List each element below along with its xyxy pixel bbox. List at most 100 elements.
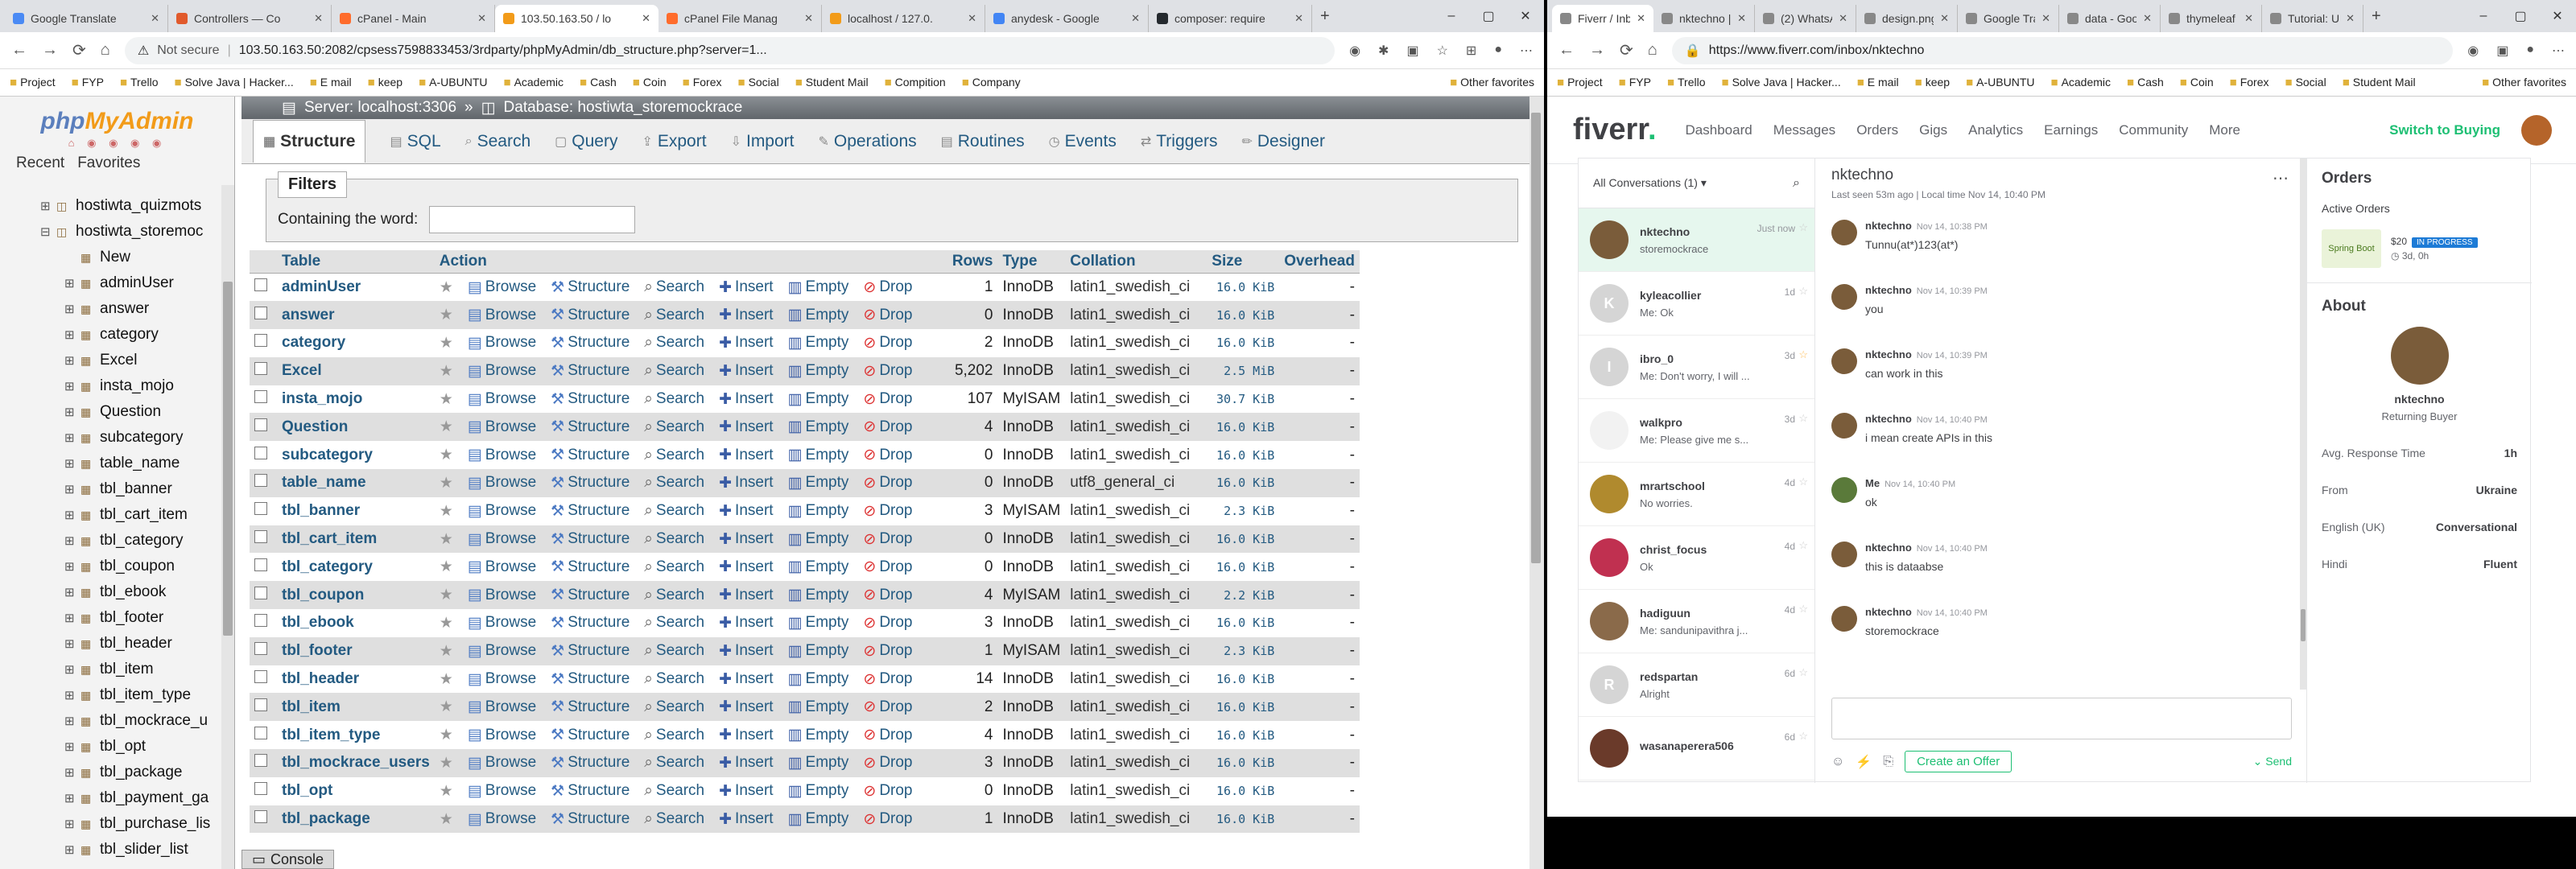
row-checkbox[interactable] — [254, 530, 267, 544]
nav-gigs[interactable]: Gigs — [1919, 122, 1947, 138]
action-drop[interactable]: ⊘ Drop — [863, 754, 912, 772]
row-checkbox[interactable] — [254, 446, 267, 459]
table-size[interactable]: 16.0 KiB — [1207, 749, 1280, 777]
action-empty[interactable]: ▥ Empty — [788, 670, 849, 689]
tab-operations[interactable]: ✎ Operations — [819, 132, 917, 151]
table-size[interactable]: 2.3 KiB — [1207, 496, 1280, 525]
action-browse[interactable]: ▤ Browse — [468, 446, 536, 464]
action-empty[interactable]: ▥ Empty — [788, 278, 849, 297]
action-empty[interactable]: ▥ Empty — [788, 558, 849, 576]
action-insert[interactable]: ✚ Insert — [719, 782, 773, 801]
home-icon[interactable]: ⌂ — [101, 41, 110, 60]
conversation-item[interactable]: wasanaperera506 6d ☆ — [1579, 717, 1814, 780]
minimize-icon[interactable]: – — [2465, 0, 2502, 32]
nav-analytics[interactable]: Analytics — [1968, 122, 2023, 138]
conversation-item[interactable]: hadiguun Me: sandunipavithra j... 4d ☆ — [1579, 590, 1814, 653]
bookmark-item[interactable]: ■ Company — [962, 76, 1021, 89]
bookmark-item[interactable]: ■ Compition — [885, 76, 946, 89]
tree-item[interactable]: ⊞ ▦ tbl_package — [0, 760, 234, 785]
expand-icon[interactable]: ⊟ — [40, 224, 56, 239]
action-search[interactable]: ⌕ Search — [644, 698, 704, 716]
search-icon[interactable]: ⌕ — [1793, 176, 1800, 191]
action-drop[interactable]: ⊘ Drop — [863, 670, 912, 689]
star-icon[interactable]: ☆ — [1798, 730, 1808, 743]
action-search[interactable]: ⌕ Search — [644, 614, 704, 632]
favorite-star-icon[interactable]: ★ — [440, 278, 453, 297]
action-structure[interactable]: ⚒ Structure — [551, 278, 630, 297]
bookmark-item[interactable]: ■ E mail — [1857, 76, 1899, 89]
browser-tab[interactable]: localhost / 127.0. ✕ — [822, 5, 985, 32]
table-size[interactable]: 30.7 KiB — [1207, 385, 1280, 414]
bookmark-item[interactable]: ■ Academic — [2051, 76, 2112, 89]
action-structure[interactable]: ⚒ Structure — [551, 502, 630, 521]
action-empty[interactable]: ▥ Empty — [788, 502, 849, 521]
action-browse[interactable]: ▤ Browse — [468, 614, 536, 632]
favorite-star-icon[interactable]: ★ — [440, 754, 453, 772]
bookmark-item[interactable]: ■ Solve Java | Hacker... — [175, 76, 294, 89]
action-insert[interactable]: ✚ Insert — [719, 306, 773, 324]
action-browse[interactable]: ▤ Browse — [468, 474, 536, 492]
table-name-link[interactable]: Excel — [277, 356, 435, 385]
table-name-link[interactable]: tbl_category — [277, 553, 435, 582]
action-search[interactable]: ⌕ Search — [644, 670, 704, 689]
reload-icon[interactable]: ⟳ — [72, 40, 86, 60]
bookmark-item[interactable]: ■ Trello — [1667, 76, 1706, 89]
extension-icon[interactable]: ▣ — [1406, 43, 1418, 59]
action-empty[interactable]: ▥ Empty — [788, 810, 849, 829]
browser-tab[interactable]: design.png ✕ — [1856, 5, 1958, 32]
conversation-item[interactable]: Iibro_0 Me: Don't worry, I will ... 3d ☆ — [1579, 336, 1814, 399]
row-checkbox[interactable] — [254, 334, 267, 348]
address-input[interactable]: ⚠ Not secure | 103.50.163.50:2082/cpsess… — [124, 36, 1335, 64]
table-size[interactable]: 2.5 MiB — [1207, 356, 1280, 385]
tree-item[interactable]: ⊞ ▦ tbl_item_type — [0, 682, 234, 708]
table-name-link[interactable]: subcategory — [277, 441, 435, 470]
main-scrollbar[interactable] — [1530, 97, 1544, 869]
action-insert[interactable]: ✚ Insert — [719, 362, 773, 381]
pma-quick-icons[interactable]: ⌂ ◉ ◉ ◉ ◉ — [0, 137, 234, 150]
row-checkbox[interactable] — [254, 726, 267, 739]
tree-item[interactable]: ⊞ ▦ tbl_slider_list — [0, 837, 234, 863]
action-browse[interactable]: ▤ Browse — [468, 782, 536, 801]
action-drop[interactable]: ⊘ Drop — [863, 614, 912, 632]
breadcrumb-server[interactable]: Server: localhost:3306 — [304, 99, 456, 117]
action-browse[interactable]: ▤ Browse — [468, 502, 536, 521]
expand-icon[interactable]: ⊞ — [64, 559, 80, 574]
favorite-star-icon[interactable]: ★ — [440, 810, 453, 829]
conversation-item[interactable]: christ_focus Ok 4d ☆ — [1579, 526, 1814, 590]
bookmark-item[interactable]: ■ Solve Java | Hacker... — [1722, 76, 1841, 89]
action-structure[interactable]: ⚒ Structure — [551, 362, 630, 381]
expand-icon[interactable]: ⊞ — [64, 276, 80, 290]
bookmark-item[interactable]: ■ FYP — [1619, 76, 1651, 89]
expand-icon[interactable]: ⊞ — [64, 327, 80, 342]
tab-query[interactable]: ▢ Query — [555, 132, 617, 151]
extension-icon[interactable]: ▣ — [2496, 43, 2508, 59]
table-name-link[interactable]: insta_mojo — [277, 385, 435, 414]
extension-icon[interactable]: ⊞ — [1466, 43, 1476, 59]
tab-close-icon[interactable]: ✕ — [2346, 12, 2355, 25]
expand-icon[interactable]: ⊞ — [64, 302, 80, 316]
tab-close-icon[interactable]: ✕ — [1131, 12, 1140, 25]
tab-triggers[interactable]: ⇄ Triggers — [1141, 132, 1218, 151]
bookmark-item[interactable]: ■ Trello — [120, 76, 159, 89]
action-search[interactable]: ⌕ Search — [644, 362, 704, 381]
table-name-link[interactable]: tbl_opt — [277, 776, 435, 805]
action-insert[interactable]: ✚ Insert — [719, 278, 773, 297]
tab-close-icon[interactable]: ✕ — [2244, 12, 2253, 25]
action-drop[interactable]: ⊘ Drop — [863, 698, 912, 716]
star-icon[interactable]: ☆ — [1798, 221, 1808, 234]
star-icon[interactable]: ☆ — [1798, 539, 1808, 552]
reload-icon[interactable]: ⟳ — [1620, 40, 1633, 60]
action-empty[interactable]: ▥ Empty — [788, 530, 849, 549]
table-size[interactable]: 16.0 KiB — [1207, 525, 1280, 554]
table-size[interactable]: 16.0 KiB — [1207, 469, 1280, 497]
action-empty[interactable]: ▥ Empty — [788, 726, 849, 744]
table-name-link[interactable]: tbl_header — [277, 665, 435, 694]
fiverr-logo[interactable]: fiverr. — [1573, 113, 1657, 147]
user-avatar[interactable] — [2521, 114, 2552, 146]
action-insert[interactable]: ✚ Insert — [719, 614, 773, 632]
favorite-star-icon[interactable]: ★ — [440, 502, 453, 521]
nav-earnings[interactable]: Earnings — [2044, 122, 2098, 138]
tab-search[interactable]: ⌕ Search — [465, 132, 531, 151]
action-browse[interactable]: ▤ Browse — [468, 418, 536, 436]
table-name-link[interactable]: Question — [277, 413, 435, 442]
